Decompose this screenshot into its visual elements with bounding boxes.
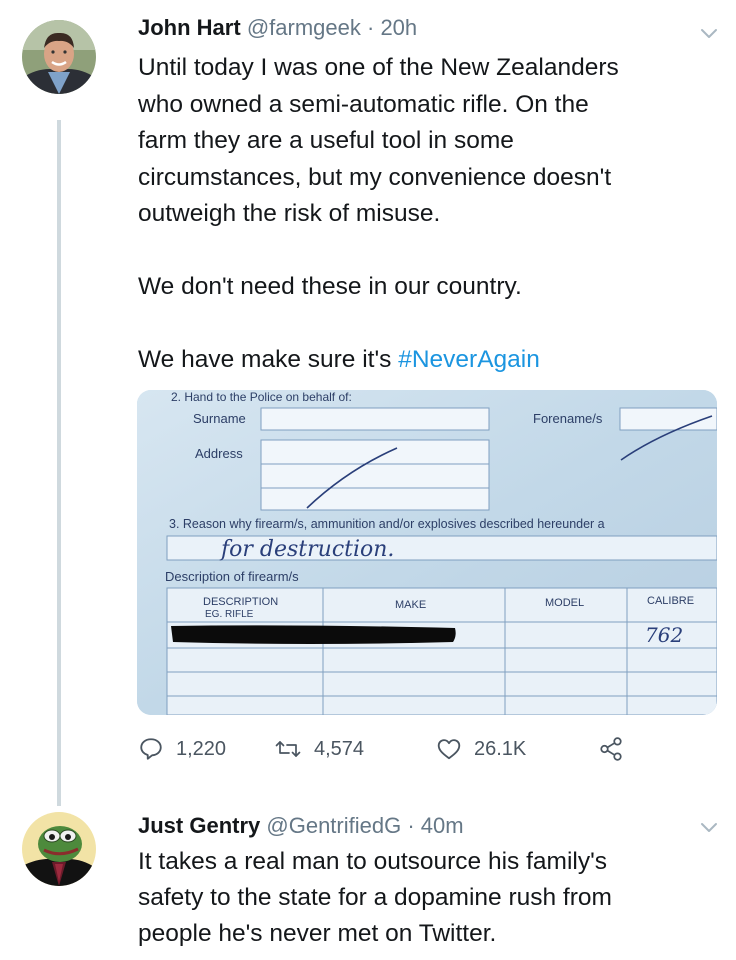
tweet-just-gentry: Just Gentry @GentrifiedG · 40m It takes … — [0, 800, 736, 960]
text-line: safety to the state for a dopamine rush … — [138, 884, 612, 911]
form-section-2: 2. Hand to the Police on behalf of: — [171, 390, 352, 404]
form-address-box — [260, 463, 490, 489]
like-icon — [437, 739, 461, 760]
retweet-icon — [275, 741, 301, 757]
avatar[interactable] — [22, 20, 96, 94]
retweet-count: 4,574 — [314, 737, 365, 760]
separator-dot: · — [407, 813, 415, 838]
text-line: people he's never met on Twitter. — [138, 920, 497, 947]
form-address-label: Address — [195, 446, 243, 461]
tweet-header: Just Gentry @GentrifiedG · 40m — [138, 812, 464, 840]
text-segment: We have make sure it's — [138, 346, 399, 373]
form-surname-box — [260, 407, 490, 431]
like-button[interactable]: 26.1K — [436, 732, 526, 766]
share-button[interactable] — [598, 732, 636, 766]
col-description: DESCRIPTION — [203, 596, 278, 608]
col-calibre: CALIBRE — [647, 595, 694, 607]
form-section-3: 3. Reason why firearm/s, ammunition and/… — [169, 517, 605, 531]
tweet-text: Until today I was one of the New Zealand… — [138, 50, 718, 379]
text-line: We have make sure it's #NeverAgain — [138, 342, 718, 379]
handwritten-calibre: 762 — [645, 623, 683, 647]
text-line: outweigh the risk of misuse. — [138, 200, 441, 227]
text-line: Until today I was one of the New Zealand… — [138, 54, 619, 81]
tweet-john-hart: John Hart @farmgeek · 20h Until today I … — [0, 0, 736, 806]
reply-icon — [140, 738, 162, 760]
form-forename-label: Forename/s — [533, 411, 603, 426]
text-line: who owned a semi-automatic rifle. On the — [138, 90, 589, 118]
username[interactable]: @farmgeek — [247, 15, 361, 40]
reply-count: 1,220 — [176, 737, 227, 760]
form-surname-label: Surname — [193, 411, 246, 426]
form-address-box — [260, 487, 490, 511]
tweet-header: John Hart @farmgeek · 20h — [138, 14, 417, 42]
handwritten-reason: for destruction. — [219, 537, 394, 562]
chevron-down-icon[interactable] — [698, 816, 720, 838]
display-name[interactable]: John Hart — [138, 15, 241, 40]
timestamp[interactable]: 20h — [380, 15, 417, 40]
tweet-text: It takes a real man to outsource his fam… — [138, 844, 718, 952]
text-line: circumstances, but my convenience doesn'… — [138, 163, 612, 191]
form-description-label: Description of firearm/s — [165, 569, 299, 584]
form-address-box — [260, 439, 490, 465]
timestamp[interactable]: 40m — [421, 813, 464, 838]
avatar[interactable] — [22, 812, 96, 886]
col-description-sub: EG. RIFLE — [205, 609, 254, 620]
text-line: farm they are a useful tool in some — [138, 127, 514, 154]
like-count: 26.1K — [474, 737, 527, 760]
redaction-mark — [171, 625, 456, 644]
separator-dot: · — [366, 15, 375, 40]
chevron-down-icon[interactable] — [698, 22, 720, 44]
share-icon — [600, 737, 622, 761]
tweet-actions: 1,220 4,574 26.1K — [138, 732, 698, 766]
text-line: We don't need these in our country. — [138, 273, 522, 300]
hashtag-link[interactable]: #NeverAgain — [398, 346, 540, 373]
thread-line — [57, 120, 61, 806]
display-name[interactable]: Just Gentry — [138, 813, 260, 838]
col-model: MODEL — [545, 597, 584, 609]
attached-photo[interactable]: 2. Hand to the Police on behalf of: Surn… — [137, 390, 717, 715]
reply-button[interactable]: 1,220 — [138, 732, 226, 766]
retweet-button[interactable]: 4,574 — [274, 732, 364, 766]
col-make: MAKE — [395, 599, 426, 611]
username[interactable]: @GentrifiedG — [266, 813, 401, 838]
text-line: It takes a real man to outsource his fam… — [138, 848, 608, 875]
